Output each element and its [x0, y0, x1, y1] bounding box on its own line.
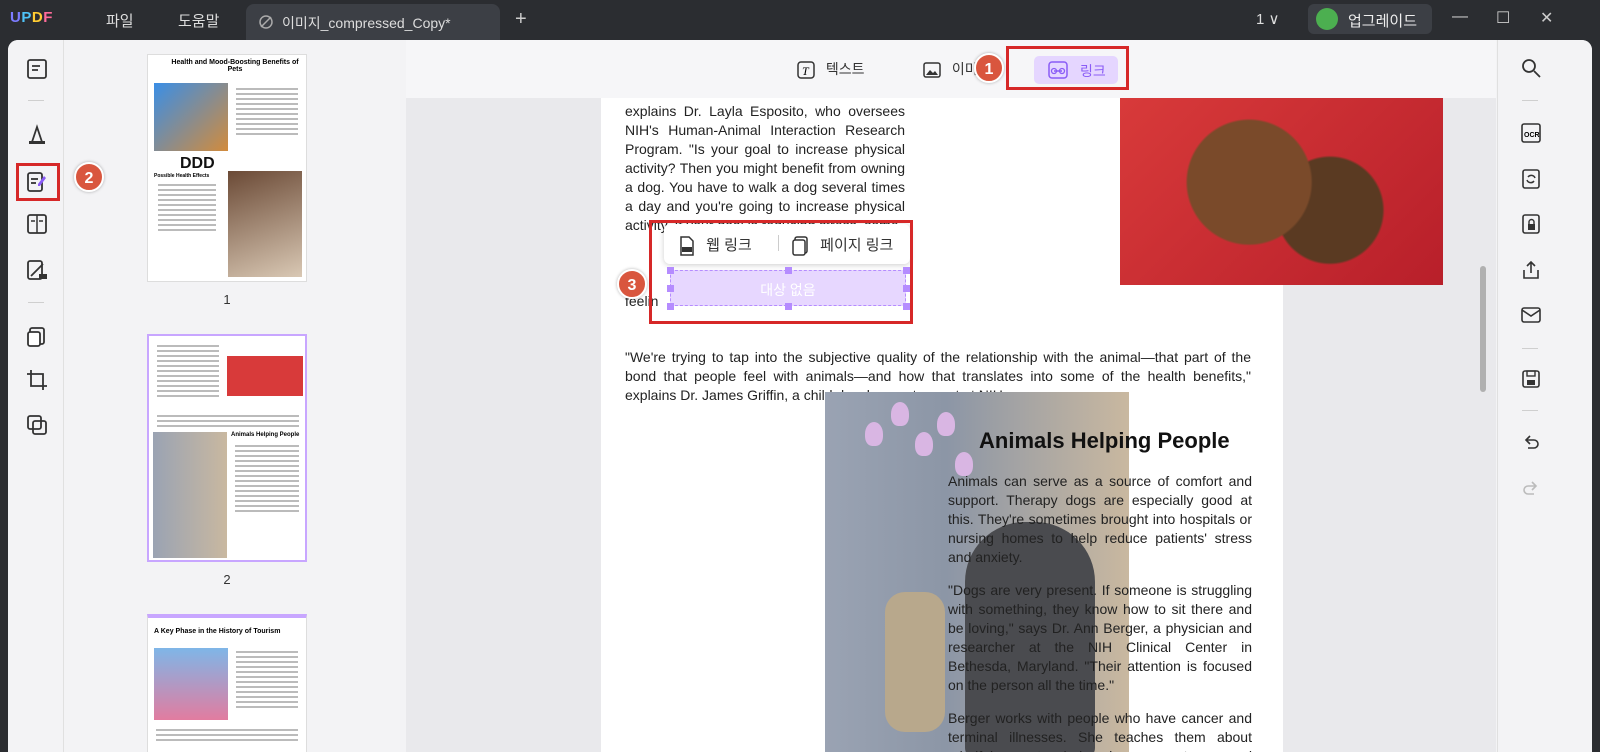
- image-icon: [923, 62, 941, 79]
- title-bar: UPDF 파일 도움말 이미지_compressed_Copy* + 1 ∨ 업…: [0, 0, 1600, 40]
- edit-toolbar: T 텍스트 이미 링크: [406, 40, 1496, 98]
- thumbnail-title: Health and Mood-Boosting Benefits of Pet…: [171, 59, 299, 73]
- document-tab-icon: [259, 15, 273, 29]
- share-icon[interactable]: [1520, 259, 1542, 281]
- step-badge-1: 1: [974, 53, 1004, 83]
- undo-icon[interactable]: [1520, 432, 1542, 454]
- thumbnail-overlay-text: DDD: [180, 155, 215, 172]
- add-text-button[interactable]: T 텍스트: [796, 59, 865, 80]
- step-badge-3: 3: [617, 269, 647, 299]
- crop-icon[interactable]: [25, 368, 49, 392]
- email-icon[interactable]: [1520, 304, 1542, 326]
- page-selector[interactable]: 1 ∨: [1256, 10, 1280, 28]
- thumbnail-title-3: A Key Phase in the History of Tourism: [154, 628, 281, 635]
- thumbnail-page-3[interactable]: A Key Phase in the History of Tourism: [147, 614, 307, 752]
- minimize-button[interactable]: —: [1452, 8, 1468, 26]
- add-image-button[interactable]: 이미: [922, 59, 978, 80]
- new-tab-button[interactable]: +: [515, 8, 527, 31]
- right-toolbar: OCR: [1497, 40, 1592, 752]
- redo-icon[interactable]: [1520, 478, 1542, 500]
- organize-pages-icon[interactable]: [25, 325, 49, 349]
- pdf-page: explains Dr. Layla Esposito, who oversee…: [601, 98, 1443, 752]
- thumbnail-page-1[interactable]: Health and Mood-Boosting Benefits of Pet…: [147, 54, 307, 282]
- thumbnail-number-2: 2: [223, 572, 231, 587]
- paragraph-1[interactable]: explains Dr. Layla Esposito, who oversee…: [625, 102, 905, 235]
- document-area: T 텍스트 이미 링크 explains Dr. Layla Esposito,…: [406, 40, 1496, 752]
- highlight-box-link-tool: [1006, 46, 1129, 90]
- ocr-icon[interactable]: OCR: [1520, 122, 1542, 144]
- paragraph-4[interactable]: "Dogs are very present. If someone is st…: [948, 581, 1252, 695]
- app-body: Health and Mood-Boosting Benefits of Pet…: [8, 40, 1592, 752]
- layers-icon[interactable]: [25, 413, 49, 437]
- left-toolbar: [8, 40, 64, 752]
- paragraph-5[interactable]: Berger works with people who have cancer…: [948, 709, 1252, 752]
- convert-icon[interactable]: [1520, 168, 1542, 190]
- scrollbar-thumb[interactable]: [1480, 266, 1486, 392]
- protect-icon[interactable]: [1520, 213, 1542, 235]
- text-icon: T: [797, 61, 815, 80]
- dogs-photo[interactable]: [1120, 98, 1443, 285]
- paragraph-3[interactable]: Animals can serve as a source of comfort…: [948, 472, 1252, 567]
- maximize-button[interactable]: ☐: [1496, 8, 1510, 28]
- highlight-box-link-popup: [649, 220, 913, 324]
- form-icon[interactable]: [25, 212, 49, 236]
- avatar: [1316, 8, 1338, 30]
- reader-icon[interactable]: [25, 57, 49, 81]
- step-badge-2: 2: [74, 162, 104, 192]
- add-text-label: 텍스트: [825, 61, 865, 77]
- sign-icon[interactable]: [25, 258, 49, 282]
- thumbnail-panel: Health and Mood-Boosting Benefits of Pet…: [65, 40, 405, 752]
- svg-text:OCR: OCR: [1524, 132, 1540, 139]
- updf-logo: UPDF: [10, 9, 53, 26]
- thumbnail-heading: Animals Helping People: [231, 432, 300, 438]
- menu-help[interactable]: 도움말: [178, 10, 219, 31]
- save-icon[interactable]: [1520, 368, 1542, 390]
- close-button[interactable]: ✕: [1540, 8, 1553, 28]
- thumbnail-page-2[interactable]: Animals Helping People: [147, 334, 307, 562]
- document-tab[interactable]: 이미지_compressed_Copy*: [246, 4, 500, 40]
- upgrade-button[interactable]: 업그레이드: [1308, 4, 1432, 34]
- thumbnail-number-1: 1: [223, 292, 231, 307]
- svg-text:T: T: [802, 64, 810, 78]
- comment-icon[interactable]: [25, 122, 49, 146]
- upgrade-label: 업그레이드: [1348, 13, 1418, 30]
- highlight-box-edit-tool: [16, 163, 60, 201]
- search-icon[interactable]: [1520, 57, 1542, 79]
- section-heading: Animals Helping People: [979, 428, 1230, 453]
- document-tab-title: 이미지_compressed_Copy*: [282, 15, 451, 31]
- thumbnail-subtitle: Possible Health Effects: [154, 173, 210, 179]
- menu-file[interactable]: 파일: [106, 10, 134, 31]
